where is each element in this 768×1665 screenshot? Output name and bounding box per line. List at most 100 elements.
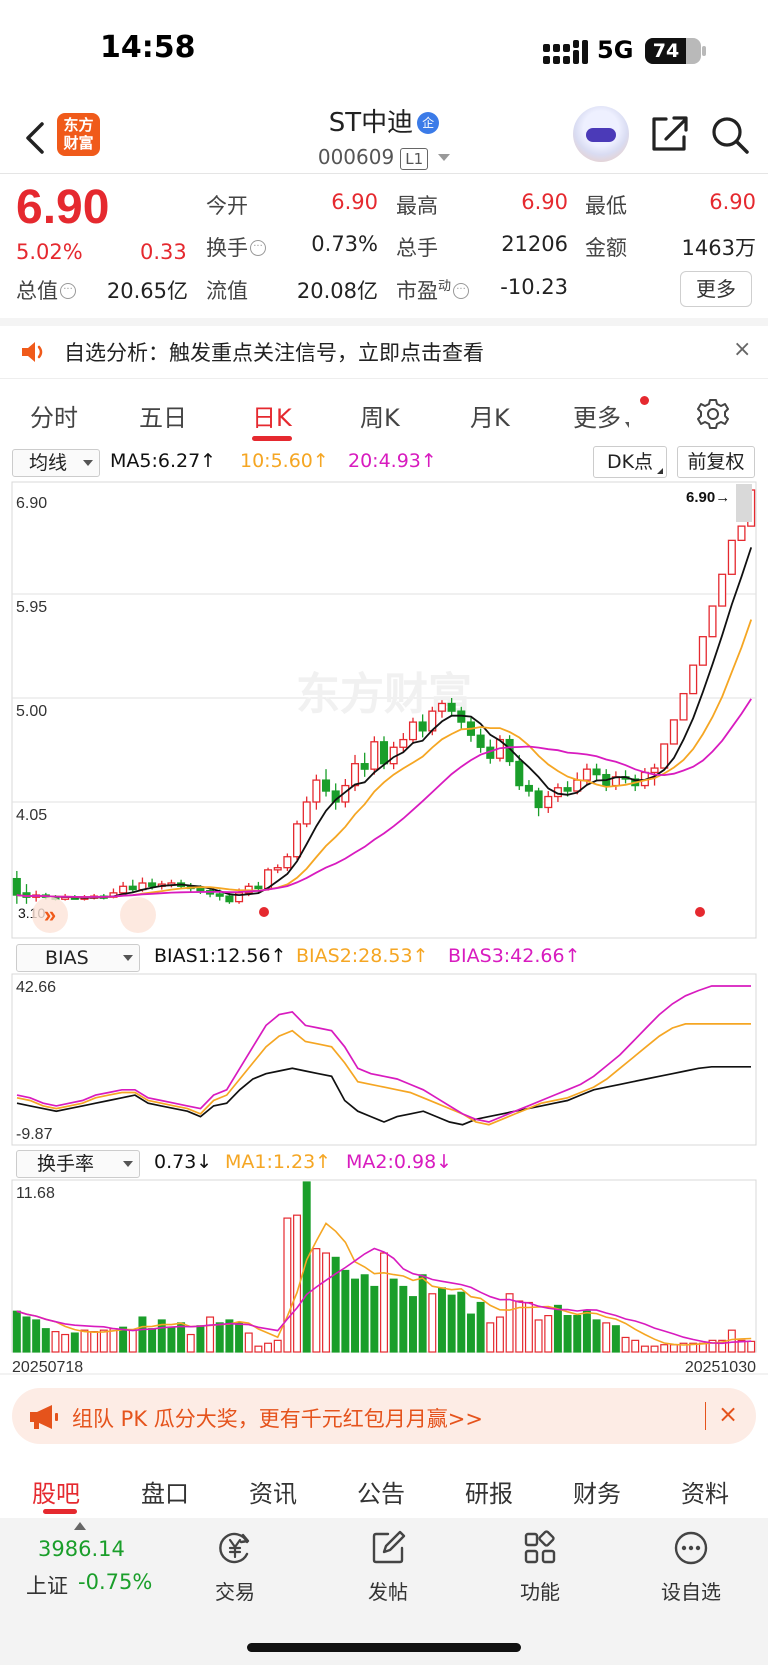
y-axis-tick-label: 4.05	[16, 807, 47, 824]
nav-functions[interactable]: 功能	[495, 1530, 585, 1605]
info-icon[interactable]: ···	[453, 283, 470, 299]
turnover-bar	[12, 1310, 21, 1353]
stat-label-volume: 总手	[396, 236, 438, 260]
candle	[418, 721, 427, 732]
bias-panel-frame	[11, 973, 757, 1146]
search-icon[interactable]	[710, 115, 750, 155]
more-button[interactable]: 更多	[680, 271, 752, 307]
ma5-value: MA5:6.27↑	[110, 450, 217, 472]
tab-news[interactable]: 资讯	[249, 1474, 297, 1509]
low-marker-dot	[259, 907, 269, 917]
bias-line-3	[16, 985, 751, 1123]
nav-trade[interactable]: 交易	[190, 1530, 280, 1605]
ma20-line	[16, 698, 752, 898]
signal-dot	[695, 907, 705, 917]
grid-icon	[524, 1530, 556, 1564]
nav-add-watchlist[interactable]: 设自选	[646, 1530, 736, 1605]
candle	[148, 882, 157, 887]
info-icon[interactable]: ···	[60, 283, 76, 299]
stat-label-turnover[interactable]: 换手 ···	[206, 232, 266, 262]
signal-icon	[543, 40, 588, 64]
ma-selector[interactable]: 均线	[12, 449, 100, 477]
stat-label-pe[interactable]: 市盈动 ···	[396, 275, 470, 305]
adjust-price-button[interactable]: 前复权	[677, 446, 755, 478]
turnover-bar	[167, 1326, 176, 1353]
candle	[119, 885, 128, 894]
turnover-bar	[41, 1328, 50, 1353]
stock-title: ST中迪	[328, 108, 414, 138]
turnover-tick-top: 11.68	[16, 1185, 55, 1202]
turnover-bar	[196, 1325, 205, 1353]
index-value[interactable]: 3986.14	[38, 1537, 125, 1561]
tab-intraday[interactable]: 分时	[30, 398, 78, 433]
turnover-bar	[206, 1316, 215, 1353]
turnover-bar	[61, 1333, 70, 1353]
candle	[399, 738, 408, 748]
edit-icon	[372, 1530, 406, 1564]
turnover-bar	[428, 1293, 437, 1353]
ai-assistant-avatar[interactable]	[573, 106, 629, 162]
close-icon[interactable]: ×	[718, 1400, 738, 1428]
turnover-bar	[631, 1339, 640, 1353]
promo-text[interactable]: 组队 PK 瓜分大奖，更有千元红包月月赢>>	[72, 1403, 483, 1433]
candle	[582, 768, 591, 781]
change-percent: 5.02%	[16, 240, 83, 264]
stat-label-market-cap[interactable]: 总值 ···	[16, 275, 76, 305]
ma10-value: 10:5.60↑	[240, 450, 329, 472]
turnover-bar	[524, 1301, 533, 1353]
tab-day-k[interactable]: 日K	[252, 398, 292, 433]
status-time: 14:58	[100, 30, 196, 65]
yen-icon	[219, 1532, 250, 1564]
nav-functions-label: 功能	[520, 1580, 560, 1604]
tab-profile[interactable]: 资料	[681, 1474, 729, 1509]
turnover-bar	[660, 1344, 669, 1353]
stock-chart[interactable]: 6.905.955.004.05东方财富6.90→3.10»42.66-9.87…	[0, 478, 768, 1378]
candle	[476, 734, 485, 748]
turnover-bar	[640, 1345, 649, 1353]
close-icon[interactable]: ×	[733, 337, 751, 362]
candle	[437, 702, 447, 712]
candle	[660, 743, 669, 769]
tab-research[interactable]: 研报	[465, 1474, 513, 1509]
expand-up-icon[interactable]	[74, 1522, 86, 1530]
tab-five-day[interactable]: 五日	[139, 398, 187, 433]
candle	[273, 867, 282, 871]
candle	[650, 767, 659, 774]
index-name[interactable]: 上证	[26, 1570, 68, 1600]
turnover-bar	[51, 1331, 60, 1353]
stat-value-turnover: 0.73%	[311, 232, 378, 256]
stat-label-amount: 金额	[585, 236, 627, 260]
tab-order-book[interactable]: 盘口	[141, 1474, 189, 1509]
candle	[698, 636, 707, 666]
candle	[254, 885, 263, 890]
turnover-bar	[418, 1274, 427, 1353]
tab-week-k[interactable]: 周K	[360, 398, 400, 433]
candle	[379, 741, 389, 765]
stat-label-float-cap: 流值	[206, 279, 248, 303]
tab-more[interactable]: 更多	[573, 398, 629, 433]
tab-month-k[interactable]: 月K	[470, 398, 510, 433]
turnover-bar	[215, 1322, 224, 1353]
notification-dot	[640, 396, 649, 405]
gear-icon[interactable]	[697, 398, 729, 430]
turnover-bar	[341, 1269, 350, 1353]
dk-point-button[interactable]: DK点	[593, 446, 667, 478]
nav-trade-label: 交易	[215, 1580, 255, 1604]
info-icon[interactable]: ···	[250, 240, 266, 256]
nav-post[interactable]: 发帖	[343, 1530, 433, 1605]
candle	[293, 823, 302, 858]
level-badge: L1	[400, 148, 429, 170]
tab-announcements[interactable]: 公告	[357, 1474, 405, 1509]
turnover-bar	[370, 1285, 379, 1353]
y-axis-tick-label: 5.00	[16, 703, 47, 720]
turnover-bar	[273, 1339, 282, 1353]
tab-finance[interactable]: 财务	[573, 1474, 621, 1509]
tab-forum[interactable]: 股吧	[32, 1474, 80, 1509]
alert-text[interactable]: 自选分析：触发重点关注信号，立即点击查看	[64, 337, 484, 367]
share-icon[interactable]	[650, 115, 690, 153]
candle	[573, 779, 582, 792]
candle	[215, 893, 224, 897]
turnover-bar	[505, 1293, 514, 1353]
index-change[interactable]: -0.75%	[78, 1570, 152, 1594]
candle	[447, 702, 456, 712]
